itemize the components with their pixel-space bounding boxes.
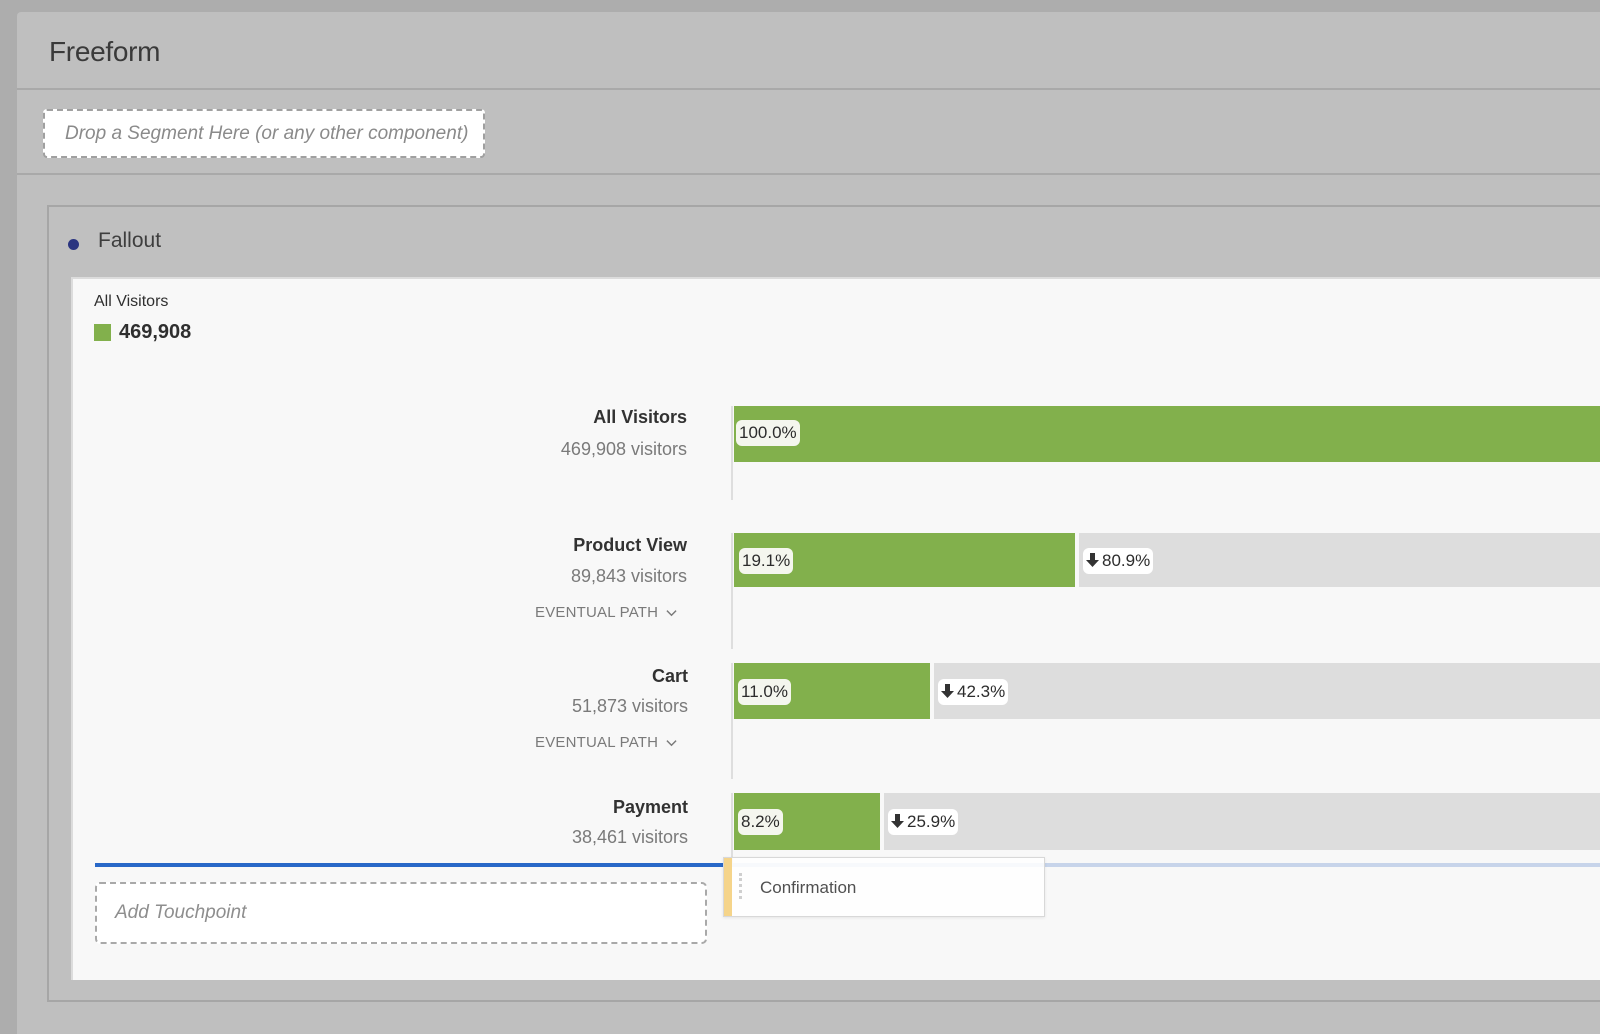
eventual-path-toggle[interactable]: EVENTUAL PATH: [535, 604, 677, 621]
step-name[interactable]: Cart: [73, 666, 688, 687]
arrow-down-icon: [891, 814, 904, 828]
left-gutter: [0, 0, 17, 1034]
step-axis-line: [731, 533, 733, 649]
arrow-down-icon: [941, 684, 954, 698]
title-bar: Freeform: [17, 12, 1600, 90]
step-visitors: 51,873 visitors: [571, 696, 688, 716]
eventual-path-label: EVENTUAL PATH: [535, 604, 659, 621]
segment-bar: Drop a Segment Here (or any other compon…: [17, 92, 1600, 175]
step-axis-line: [731, 406, 733, 500]
chevron-down-icon: [666, 740, 677, 747]
dragging-component-label: Confirmation: [760, 878, 857, 897]
workspace-title: Freeform: [49, 36, 161, 67]
legend-segment-label: All Visitors: [94, 293, 169, 310]
add-touchpoint-drop-zone[interactable]: Add Touchpoint: [95, 882, 707, 944]
legend-total: 469,908: [119, 321, 192, 343]
step-axis-line: [731, 663, 733, 779]
step-fallout-badge: 25.9%: [888, 809, 959, 835]
freeform-workspace: Freeform Drop a Segment Here (or any oth…: [17, 12, 1600, 1034]
step-name[interactable]: Payment: [73, 797, 688, 818]
step-visitors: 89,843 visitors: [570, 566, 687, 586]
fallout-percent: 25.9%: [907, 812, 956, 831]
step-percent-badge: 8.2%: [738, 809, 783, 835]
fallout-percent: 42.3%: [957, 682, 1006, 701]
step-percent-badge: 11.0%: [738, 679, 791, 705]
chevron-down-icon: [666, 610, 677, 617]
fallout-visualization: All Visitors 469,908 All Visitors 469,90…: [71, 277, 1600, 980]
step-fallout-bar[interactable]: [1079, 533, 1600, 587]
step-axis-line: [731, 793, 733, 863]
step-visitors: 469,908 visitors: [560, 439, 687, 459]
eventual-path-toggle[interactable]: EVENTUAL PATH: [535, 734, 677, 751]
panel-title: Fallout: [98, 229, 162, 252]
fallout-panel: Fallout All Visitors 469,908 All Visitor…: [47, 205, 1600, 1002]
step-fallout-badge: 80.9%: [1083, 548, 1154, 574]
step-fallout-bar[interactable]: [934, 663, 1600, 719]
dragging-component-confirmation[interactable]: Confirmation: [723, 857, 1045, 917]
step-name[interactable]: All Visitors: [73, 407, 687, 428]
legend-swatch: [94, 324, 111, 341]
panel-collapse-dot-icon[interactable]: [68, 239, 79, 250]
fallout-percent: 80.9%: [1102, 551, 1151, 570]
step-fallout-bar[interactable]: [884, 793, 1600, 850]
step-name[interactable]: Product View: [73, 535, 687, 556]
arrow-down-icon: [1086, 553, 1099, 567]
segment-drop-zone[interactable]: Drop a Segment Here (or any other compon…: [43, 109, 485, 158]
component-type-accent: [724, 858, 732, 916]
panel-header[interactable]: Fallout: [49, 207, 1600, 277]
step-fallout-badge: 42.3%: [938, 679, 1009, 705]
drag-handle-icon[interactable]: [739, 873, 742, 899]
step-percent-badge: 19.1%: [739, 548, 794, 574]
step-percent-badge: 100.0%: [736, 420, 800, 446]
step-retained-bar[interactable]: [734, 406, 1600, 462]
step-visitors: 38,461 visitors: [571, 827, 688, 847]
eventual-path-label: EVENTUAL PATH: [535, 734, 659, 751]
